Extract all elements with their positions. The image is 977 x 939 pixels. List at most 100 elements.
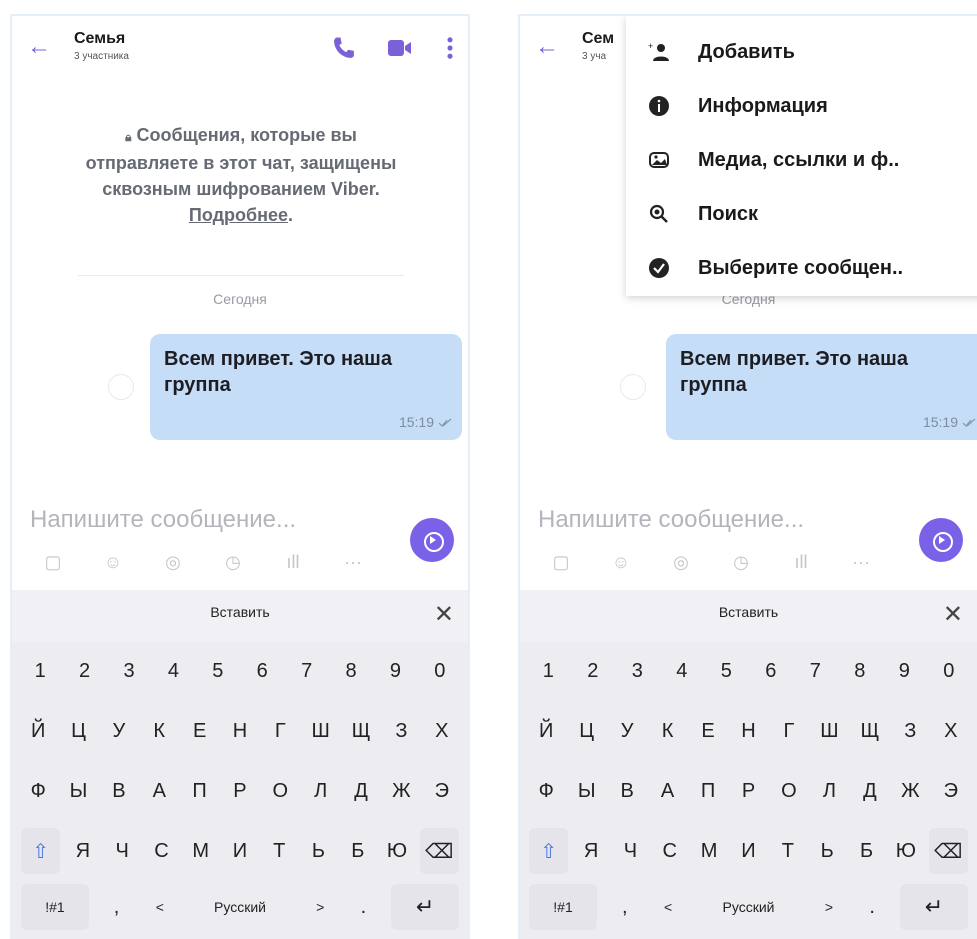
key[interactable]: О (769, 768, 809, 814)
key[interactable]: С (650, 828, 689, 874)
key[interactable]: Ь (808, 828, 847, 874)
back-arrow-icon[interactable]: ← (26, 34, 52, 60)
key[interactable]: Ж (890, 768, 930, 814)
key[interactable]: Е (688, 708, 728, 754)
key[interactable]: Ш (809, 708, 849, 754)
key[interactable]: Х (931, 708, 971, 754)
gallery-icon[interactable]: ▢ (538, 548, 584, 576)
key[interactable]: А (647, 768, 687, 814)
key[interactable]: Л (301, 768, 341, 814)
key[interactable]: Й (526, 708, 566, 754)
shift-key[interactable]: ⇧ (529, 828, 569, 874)
sticker-icon[interactable]: ☺ (90, 548, 136, 576)
video-call-icon[interactable] (386, 34, 414, 62)
key[interactable]: П (688, 768, 728, 814)
key[interactable]: Ч (103, 828, 142, 874)
key[interactable]: К (139, 708, 179, 754)
enter-key[interactable]: ↵ (391, 884, 460, 930)
key[interactable]: Я (63, 828, 102, 874)
key[interactable]: 7 (793, 648, 838, 694)
key[interactable]: Ы (58, 768, 98, 814)
space-key[interactable]: Русский (687, 884, 811, 930)
key[interactable]: Щ (341, 708, 381, 754)
key[interactable]: И (220, 828, 259, 874)
key[interactable]: Л (809, 768, 849, 814)
key[interactable]: Ш (301, 708, 341, 754)
key[interactable]: Э (931, 768, 971, 814)
key[interactable]: 8 (838, 648, 883, 694)
key[interactable]: 1 (526, 648, 571, 694)
more-attachments-icon[interactable]: ··· (330, 548, 376, 576)
key[interactable]: 0 (927, 648, 972, 694)
like-heart-icon[interactable] (620, 374, 646, 400)
key[interactable]: Г (260, 708, 300, 754)
comma-key[interactable]: , (600, 884, 649, 930)
camera-icon[interactable]: ◎ (658, 548, 704, 576)
key[interactable]: Ф (18, 768, 58, 814)
send-button[interactable] (410, 518, 454, 562)
language-prev-key[interactable]: < (141, 884, 178, 930)
key[interactable]: Ф (526, 768, 566, 814)
key[interactable]: Д (850, 768, 890, 814)
key[interactable]: Р (728, 768, 768, 814)
message-input[interactable]: Напишите сообщение... (30, 506, 296, 534)
more-options-icon[interactable] (436, 34, 464, 62)
enter-key[interactable]: ↵ (899, 884, 968, 930)
symbols-key[interactable]: !#1 (21, 884, 89, 930)
key[interactable]: З (890, 708, 930, 754)
paste-button[interactable]: Вставить (12, 604, 468, 620)
comma-key[interactable]: , (92, 884, 141, 930)
key[interactable]: 7 (284, 648, 328, 694)
key[interactable]: 3 (615, 648, 660, 694)
close-icon[interactable]: ✕ (943, 600, 963, 629)
key[interactable]: 9 (882, 648, 927, 694)
key[interactable]: Ч (611, 828, 650, 874)
period-key[interactable]: . (847, 884, 896, 930)
key[interactable]: Ю (377, 828, 416, 874)
menu-item-add[interactable]: + Добавить (626, 26, 977, 78)
camera-icon[interactable]: ◎ (150, 548, 196, 576)
key[interactable]: Й (18, 708, 58, 754)
learn-more-link[interactable]: Подробнее (189, 205, 288, 225)
key[interactable]: 6 (749, 648, 794, 694)
chat-title-block[interactable]: Сем 3 уча (582, 30, 614, 62)
key[interactable]: Щ (850, 708, 890, 754)
key[interactable]: Б (338, 828, 377, 874)
key[interactable]: 0 (418, 648, 462, 694)
key[interactable]: 4 (151, 648, 195, 694)
shift-key[interactable]: ⇧ (21, 828, 61, 874)
key[interactable]: Т (260, 828, 299, 874)
send-button[interactable] (919, 518, 963, 562)
chat-title-block[interactable]: Семья 3 участника (74, 30, 129, 62)
language-next-key[interactable]: > (810, 884, 847, 930)
key[interactable]: Ц (566, 708, 606, 754)
key[interactable]: П (179, 768, 219, 814)
key[interactable]: У (99, 708, 139, 754)
menu-item-info[interactable]: Информация (626, 80, 977, 132)
key[interactable]: 1 (18, 648, 62, 694)
key[interactable]: 5 (196, 648, 240, 694)
poll-icon[interactable]: ıll (778, 548, 824, 576)
key[interactable]: Ж (381, 768, 421, 814)
key[interactable]: 8 (329, 648, 373, 694)
key[interactable]: 5 (704, 648, 749, 694)
key[interactable]: Б (847, 828, 886, 874)
message-bubble[interactable]: Всем привет. Это наша группа 15:19 (150, 334, 462, 440)
key[interactable]: Т (768, 828, 807, 874)
key[interactable]: К (647, 708, 687, 754)
space-key[interactable]: Русский (178, 884, 301, 930)
key[interactable]: И (729, 828, 768, 874)
key[interactable]: М (181, 828, 220, 874)
poll-icon[interactable]: ıll (270, 548, 316, 576)
key[interactable]: М (689, 828, 728, 874)
key[interactable]: А (139, 768, 179, 814)
key[interactable]: В (99, 768, 139, 814)
key[interactable]: 2 (62, 648, 106, 694)
symbols-key[interactable]: !#1 (529, 884, 598, 930)
backspace-key[interactable]: ⌫ (928, 828, 968, 874)
key[interactable]: Н (220, 708, 260, 754)
key[interactable]: З (381, 708, 421, 754)
sticker-icon[interactable]: ☺ (598, 548, 644, 576)
key[interactable]: Е (179, 708, 219, 754)
key[interactable]: О (260, 768, 300, 814)
